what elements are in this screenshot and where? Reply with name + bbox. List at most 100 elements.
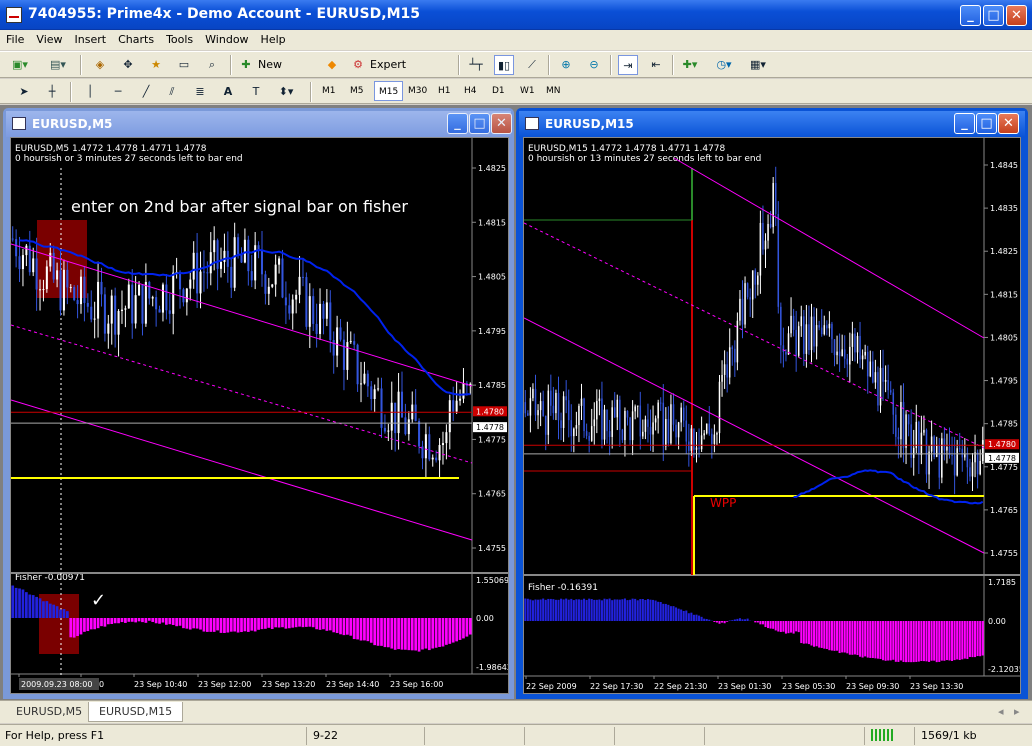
minimize-icon[interactable]: _ [954,113,975,134]
close-icon[interactable]: ✕ [491,113,512,134]
new-order-icon[interactable]: ✚ [236,55,256,75]
candle-body [35,258,38,290]
minimize-icon[interactable]: _ [447,113,468,134]
chart-window-eurusd-m15[interactable]: EURUSD,M15 _ □ ✕ EURUSD,M15 1.4772 1.477… [516,108,1028,699]
tf-mn[interactable]: MN [542,81,565,101]
tf-d1[interactable]: D1 [488,81,509,101]
tf-m30[interactable]: M30 [404,81,431,101]
price-label: 1.4835 [990,204,1018,213]
fisher-scale-label: -2.12035 [988,665,1020,674]
tf-w1[interactable]: W1 [516,81,539,101]
horizontal-line-icon[interactable]: ─ [108,82,128,102]
maximize-icon[interactable]: □ [983,5,1004,26]
price-label: 1.4825 [990,247,1018,256]
maximize-icon[interactable]: □ [976,113,997,134]
close-icon[interactable]: ✕ [1006,5,1027,26]
terminal-icon[interactable]: ▭ [174,55,194,75]
tab-eurusd-m5[interactable]: EURUSD,M5 [6,702,92,722]
chart-window-eurusd-m5[interactable]: EURUSD,M5 _ □ ✕ EURUSD,M5 1.4772 1.4778 … [3,108,514,699]
periods-icon[interactable]: ◷▾ [714,55,734,75]
tab-eurusd-m15[interactable]: EURUSD,M15 [88,702,184,722]
equidistant-channel-icon[interactable]: ⫽ [162,82,182,102]
navigator-icon[interactable]: ✥ [118,55,138,75]
price-label: 1.4845 [990,161,1018,170]
candle-body [616,399,619,418]
line-chart-icon[interactable]: ⟋ [522,55,542,75]
chart-left-svg[interactable]: EURUSD,M5 1.4772 1.4778 1.4771 1.4778 0 … [10,138,512,693]
new-chart-icon[interactable]: ▣▾ [10,55,30,75]
zoom-in-icon[interactable]: ⊕ [556,55,576,75]
candle-body [790,315,792,334]
candle-body [777,214,780,307]
fibonacci-icon[interactable]: ≣ [190,82,210,102]
expert-advisors-icon[interactable]: ⚙ [348,55,368,75]
bar-chart-icon[interactable]: ┴┬ [466,55,486,75]
new-order-button[interactable]: New Order [258,55,316,91]
favorites-icon[interactable]: ★ [146,55,166,75]
menu-window[interactable]: Window [199,30,254,46]
menu-insert[interactable]: Insert [69,30,113,46]
chart-window-title: EURUSD,M15 [545,117,634,131]
candle-body [588,435,590,441]
text-tool[interactable]: A [218,82,238,102]
indicators-icon[interactable]: ✚▾ [680,55,700,75]
candle-body [818,325,820,328]
maximize-icon[interactable]: □ [469,113,490,134]
chart-shift-icon[interactable]: ⇤ [646,55,666,75]
chart-canvas[interactable]: EURUSD,M15 1.4772 1.4778 1.4771 1.4778 0… [523,137,1024,694]
trendline-icon[interactable]: ╱ [136,82,156,102]
candle-body [134,295,137,324]
tab-scroll-right-icon[interactable]: ▸ [1014,705,1020,718]
zoom-out-icon[interactable]: ⊖ [584,55,604,75]
candle-body [165,284,168,311]
tf-m15[interactable]: M15 [374,81,404,101]
bid-price-label: 1.4778 [988,454,1016,463]
candle-body [915,421,918,448]
cursor-icon[interactable]: ➤ [14,82,34,102]
candle-body [370,386,373,399]
tf-m1[interactable]: M1 [318,81,340,101]
price-label: 1.4805 [990,333,1018,342]
tf-h1[interactable]: H1 [434,81,455,101]
vertical-line-icon[interactable]: │ [80,82,100,102]
candle-body [754,270,757,285]
candlestick-icon[interactable]: ▮▯ [494,55,514,75]
text-label-icon[interactable]: T [246,82,266,102]
candle-body [424,434,427,459]
menu-charts[interactable]: Charts [112,30,160,46]
candle-body [565,396,567,401]
arrows-icon[interactable]: ⬍▾ [276,82,296,102]
tf-m5[interactable]: M5 [346,81,368,101]
menu-view[interactable]: View [30,30,68,46]
candle-body [744,283,746,325]
profiles-icon[interactable]: ▤▾ [48,55,68,75]
tab-scroll-left-icon[interactable]: ◂ [998,705,1004,718]
channel-mid-line [523,222,985,449]
expert-advisors-button[interactable]: Expert Advisors [370,55,452,91]
menu-file[interactable]: File [0,30,30,46]
candle-body [734,348,736,363]
candle-body [322,303,325,319]
market-watch-icon[interactable]: ◈ [90,55,110,75]
candle-body [624,410,626,441]
candle-body [759,222,762,276]
candle-body [590,426,593,441]
menu-tools[interactable]: Tools [160,30,199,46]
status-bar: For Help, press F1 9-22 1569/1 kb [0,724,1032,746]
chart-canvas[interactable]: EURUSD,M5 1.4772 1.4778 1.4771 1.4778 0 … [10,137,512,694]
templates-icon[interactable]: ▦▾ [748,55,768,75]
autoscroll-icon[interactable]: ⇥ [618,55,638,75]
tester-icon[interactable]: ⌕ [202,55,222,75]
chart-right-svg[interactable]: EURUSD,M15 1.4772 1.4778 1.4771 1.4778 0… [523,138,1024,693]
menu-help[interactable]: Help [255,30,292,46]
candle-body [626,410,629,418]
crosshair-icon[interactable]: ┼ [42,82,62,102]
alert-icon[interactable]: ◆ [322,55,342,75]
minimize-icon[interactable]: _ [960,5,981,26]
tf-h4[interactable]: H4 [460,81,481,101]
status-cell [614,727,704,745]
close-icon[interactable]: ✕ [998,113,1019,134]
app-icon [6,7,22,23]
candle-body [866,351,869,377]
candle-body [291,299,294,314]
